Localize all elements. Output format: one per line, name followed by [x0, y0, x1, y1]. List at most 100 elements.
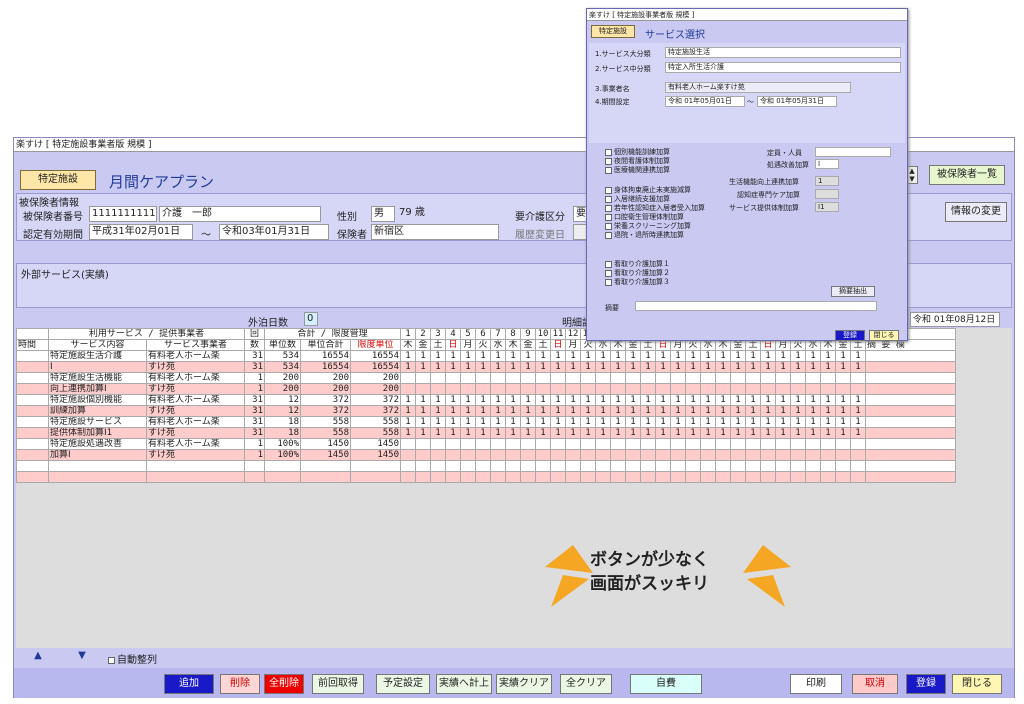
cancel-button[interactable]: 取消 — [852, 674, 898, 694]
table-row[interactable]: 加算Ⅰ すけ苑 1 100% 1450 1450 — [16, 449, 956, 461]
table-row[interactable]: 提供体制加算Ⅰ1 すけ苑 31 18 558 558 1 1 1 1 1 1 1 1 1 1 1 1 1 1 1 1 1 1 1… — [16, 427, 956, 439]
day-cell — [535, 383, 551, 395]
addon-checkbox[interactable]: 退院・退所時連携加算 — [605, 230, 684, 240]
record-clear-button[interactable]: 実績クリア — [496, 674, 552, 694]
unit-count-header: 単位数 — [264, 339, 301, 351]
table-row[interactable]: 向上連携加算Ⅰ すけ苑 1 200 200 200 — [16, 383, 956, 395]
auto-sort-checkbox[interactable]: 自動整列 — [108, 651, 157, 666]
period-from-select[interactable]: 令和 01年05月01日 — [665, 96, 745, 107]
empty-cell — [350, 460, 401, 472]
day-cell: 1 — [460, 416, 476, 428]
schedule-setting-button[interactable]: 予定設定 — [376, 674, 430, 694]
table-row[interactable]: 特定施設サービス 有料老人ホーム楽 31 18 558 558 1 1 1 1 1 1 1 1 1 1 1 1 1 1… — [16, 416, 956, 428]
empty-cell — [595, 460, 611, 472]
dialog-close-button[interactable]: 閉じる — [869, 330, 899, 341]
extract-summary-button[interactable]: 摘要抽出 — [831, 286, 875, 297]
register-button[interactable]: 登録 — [906, 674, 946, 694]
period-to-select[interactable]: 令和 01年05月31日 — [757, 96, 837, 107]
day-cell: 1 — [655, 361, 671, 373]
row-down-button[interactable]: ▼ — [66, 650, 98, 664]
day-cell: 1 — [775, 361, 791, 373]
treat-select[interactable]: Ⅰ — [815, 159, 839, 169]
addon-label: 看取り介護加算２ — [614, 269, 670, 277]
add-button[interactable]: 追加 — [164, 674, 214, 694]
table-row[interactable] — [16, 471, 956, 483]
day-cell: 1 — [760, 350, 776, 362]
day-cell — [805, 438, 821, 450]
previous-fetch-button[interactable]: 前回取得 — [312, 674, 364, 694]
day-cell — [460, 438, 476, 450]
time-cell — [16, 416, 49, 428]
delete-all-button[interactable]: 全削除 — [264, 674, 304, 694]
close-button[interactable]: 閉じる — [952, 674, 1002, 694]
dialog-tag-button[interactable]: 特定施設 — [591, 25, 635, 38]
day-cell — [535, 449, 551, 461]
table-row[interactable]: Ⅰ すけ苑 31 534 16554 16554 1 1 1 1 1 1 1 1 1 1 1 1 1 1 1 1 1 1 1 1 1… — [16, 361, 956, 373]
day-cell: 1 — [460, 350, 476, 362]
note-cell — [865, 416, 956, 428]
day-cell: 1 — [670, 405, 686, 417]
weekday-header: 土 — [430, 339, 446, 351]
day-cell — [490, 383, 506, 395]
empty-cell — [820, 471, 836, 483]
empty-cell — [244, 460, 265, 472]
day-cell: 1 — [460, 427, 476, 439]
service-content-header: サービス内容 — [48, 339, 147, 351]
addon-checkbox[interactable]: 医療機関連携加算 — [605, 165, 670, 175]
empty-cell — [550, 460, 566, 472]
gender-label: 性別 — [337, 212, 357, 223]
dementia-select[interactable] — [815, 189, 839, 199]
print-button[interactable]: 印刷 — [790, 674, 842, 694]
day-cell: 1 — [685, 416, 701, 428]
major-select[interactable]: 特定施設生活 — [665, 47, 901, 58]
facility-tag-button[interactable]: 特定施設 — [20, 170, 96, 190]
weekday-header: 水 — [595, 339, 611, 351]
staff-select[interactable] — [815, 147, 891, 157]
day-cell: 1 — [700, 416, 716, 428]
dialog-register-button[interactable]: 登録 — [835, 330, 865, 341]
life-select[interactable]: 1 — [815, 176, 839, 186]
addon-checkbox[interactable]: 看取り介護加算３ — [605, 277, 670, 287]
table-row[interactable]: 特定施設生活介護 有料老人ホーム楽 31 534 16554 16554 1 1 1 1 1 1 1 1 1… — [16, 350, 956, 362]
checkbox-icon — [605, 269, 612, 277]
day-cell — [430, 438, 446, 450]
weekday-header: 土 — [640, 339, 656, 351]
day-cell — [820, 438, 836, 450]
unit-cell: 18 — [264, 416, 301, 428]
day-cell — [475, 449, 491, 461]
period-to: 令和03年01月31日 — [219, 224, 329, 240]
left-ray-2 — [551, 575, 589, 607]
delete-button[interactable]: 削除 — [220, 674, 260, 694]
day-cell — [835, 372, 851, 384]
row-up-button[interactable]: ▲ — [22, 650, 54, 664]
callout-text: ボタンが少なく 画面がスッキリ — [590, 548, 709, 596]
table-row[interactable]: 特定施設生活機能 有料老人ホーム楽 1 200 200 200 — [16, 372, 956, 384]
table-row[interactable]: 特定施設個別機能 有料老人ホーム楽 31 12 372 372 1 1 1 1 1 1 1 1 1 1 1 1 1 1… — [16, 394, 956, 406]
day-cell — [580, 372, 596, 384]
info-change-button[interactable]: 情報の変更 — [945, 202, 1007, 222]
day-cell — [610, 383, 626, 395]
day-cell: 1 — [715, 361, 731, 373]
table-row[interactable]: 訓練加算 すけ苑 31 12 372 372 1 1 1 1 1 1 1 1 1 1 1 1 1 1 1 1 1 1 1 1 1 1 1… — [16, 405, 956, 417]
date-select[interactable]: 令和 01年08月12日 — [910, 312, 1000, 327]
table-row[interactable]: 特定施設処遇改善 有料老人ホーム楽 1 100% 1450 1450 — [16, 438, 956, 450]
day-header: 6 — [475, 328, 491, 340]
insured-list-button[interactable]: 被保険者一覧 — [929, 165, 1005, 185]
day-cell: 1 — [850, 361, 866, 373]
empty-cell — [264, 460, 301, 472]
minor-select[interactable]: 特定入所生活介護 — [665, 62, 901, 73]
empty-cell — [300, 460, 351, 472]
table-row[interactable] — [16, 460, 956, 472]
note-cell — [865, 383, 956, 395]
day-cell — [610, 438, 626, 450]
self-pay-button[interactable]: 自費 — [630, 674, 702, 694]
day-cell: 1 — [520, 405, 536, 417]
day-cell — [550, 372, 566, 384]
svc-select[interactable]: Ⅰ1 — [815, 202, 839, 212]
summary-input[interactable] — [635, 301, 877, 311]
day-header: 10 — [535, 328, 551, 340]
day-cell: 1 — [610, 416, 626, 428]
clear-all-button[interactable]: 全クリア — [560, 674, 612, 694]
record-post-button[interactable]: 実績へ計上 — [436, 674, 492, 694]
empty-cell — [505, 460, 521, 472]
